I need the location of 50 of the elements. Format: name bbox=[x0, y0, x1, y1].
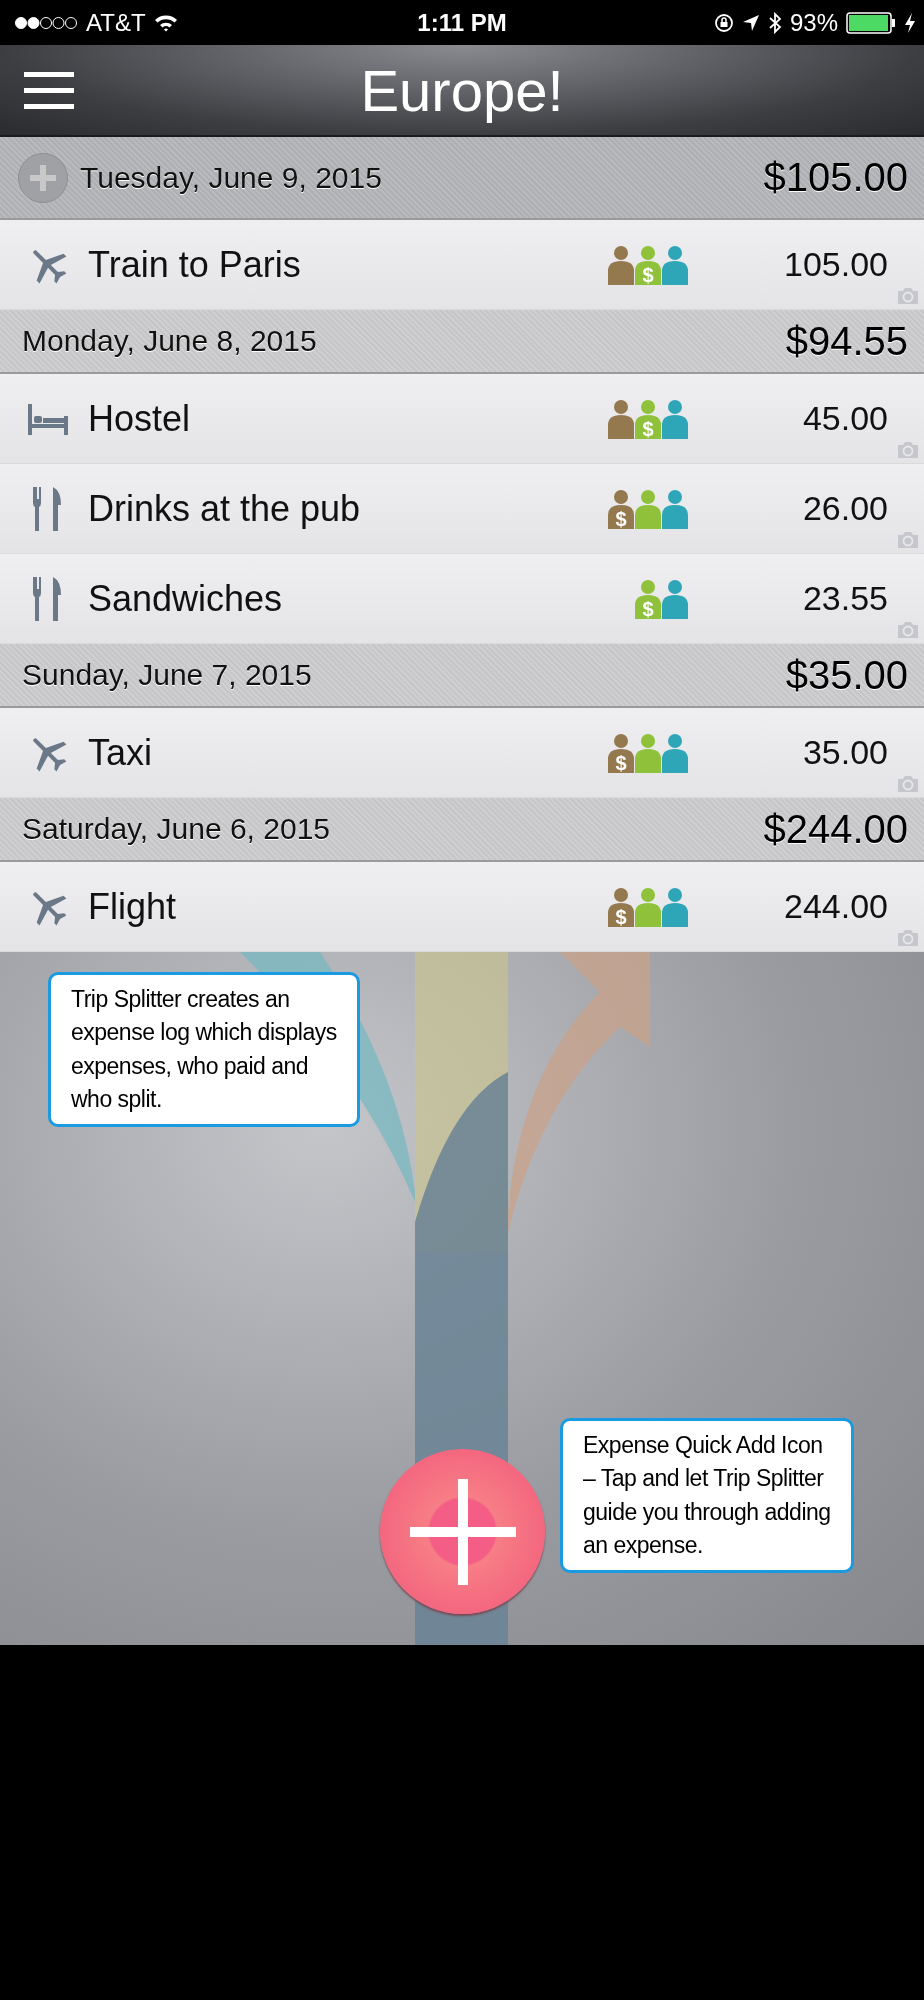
charging-icon bbox=[904, 11, 916, 34]
expense-row[interactable]: Drinks at the pub $ 26.00 bbox=[0, 464, 924, 554]
trip-title: Europe! bbox=[360, 56, 564, 124]
rotation-lock-icon bbox=[713, 12, 734, 33]
camera-icon bbox=[896, 929, 920, 947]
bed-icon bbox=[26, 401, 70, 436]
expense-name: Taxi bbox=[88, 731, 153, 774]
expense-row[interactable]: Train to Paris $ 105.00 bbox=[0, 220, 924, 310]
camera-icon bbox=[896, 621, 920, 639]
date-label: Sunday, June 7, 2015 bbox=[22, 658, 312, 692]
day-total: $105.00 bbox=[763, 155, 908, 200]
expense-row[interactable]: Hostel $ 45.00 bbox=[0, 374, 924, 464]
status-time: 1:11 PM bbox=[417, 8, 507, 37]
expense-name: Flight bbox=[88, 885, 177, 928]
camera-icon bbox=[896, 441, 920, 459]
date-label: Tuesday, June 9, 2015 bbox=[80, 160, 382, 195]
day-total: $35.00 bbox=[785, 652, 908, 698]
date-label: Saturday, June 6, 2015 bbox=[22, 812, 330, 846]
camera-icon bbox=[896, 775, 920, 793]
battery-percent: 93% bbox=[789, 8, 838, 37]
expense-amount: 26.00 bbox=[801, 489, 888, 528]
camera-icon bbox=[896, 531, 920, 549]
expense-row[interactable]: Sandwiches $ 23.55 bbox=[0, 554, 924, 644]
day-total: $94.55 bbox=[785, 318, 908, 364]
expense-row[interactable]: Flight $ 244.00 bbox=[0, 862, 924, 952]
plus-icon bbox=[30, 164, 56, 191]
plus-icon bbox=[409, 1478, 516, 1585]
expense-amount: 45.00 bbox=[801, 399, 888, 438]
expense-amount: 244.00 bbox=[783, 887, 888, 926]
signal-icon bbox=[14, 15, 78, 30]
expense-row[interactable]: Taxi $ 35.00 bbox=[0, 708, 924, 798]
bluetooth-icon bbox=[767, 11, 782, 34]
location-arrow-icon bbox=[741, 13, 760, 32]
expense-name: Hostel bbox=[88, 397, 191, 440]
tip-callout: Expense Quick Add Icon – Tap and let Trip Splitter guide you through adding an expense. bbox=[560, 1418, 854, 1574]
expense-name: Sandwiches bbox=[88, 577, 283, 620]
wifi-icon bbox=[153, 13, 178, 32]
date-label: Monday, June 8, 2015 bbox=[22, 324, 317, 358]
tip-callout: Trip Splitter creates an expense log which displays expenses, who paid and who split. bbox=[48, 972, 360, 1128]
expense-name: Train to Paris bbox=[88, 243, 301, 286]
expense-name: Drinks at the pub bbox=[88, 487, 361, 530]
expense-amount: 105.00 bbox=[783, 245, 888, 284]
expense-amount: 23.55 bbox=[801, 579, 888, 618]
battery-icon bbox=[846, 11, 896, 34]
menu-icon bbox=[24, 70, 74, 110]
expense-amount: 35.00 bbox=[801, 733, 888, 772]
carrier-name: AT&T bbox=[86, 8, 146, 37]
day-total: $244.00 bbox=[763, 806, 908, 852]
menu-button[interactable] bbox=[24, 70, 74, 110]
camera-icon bbox=[896, 287, 920, 305]
